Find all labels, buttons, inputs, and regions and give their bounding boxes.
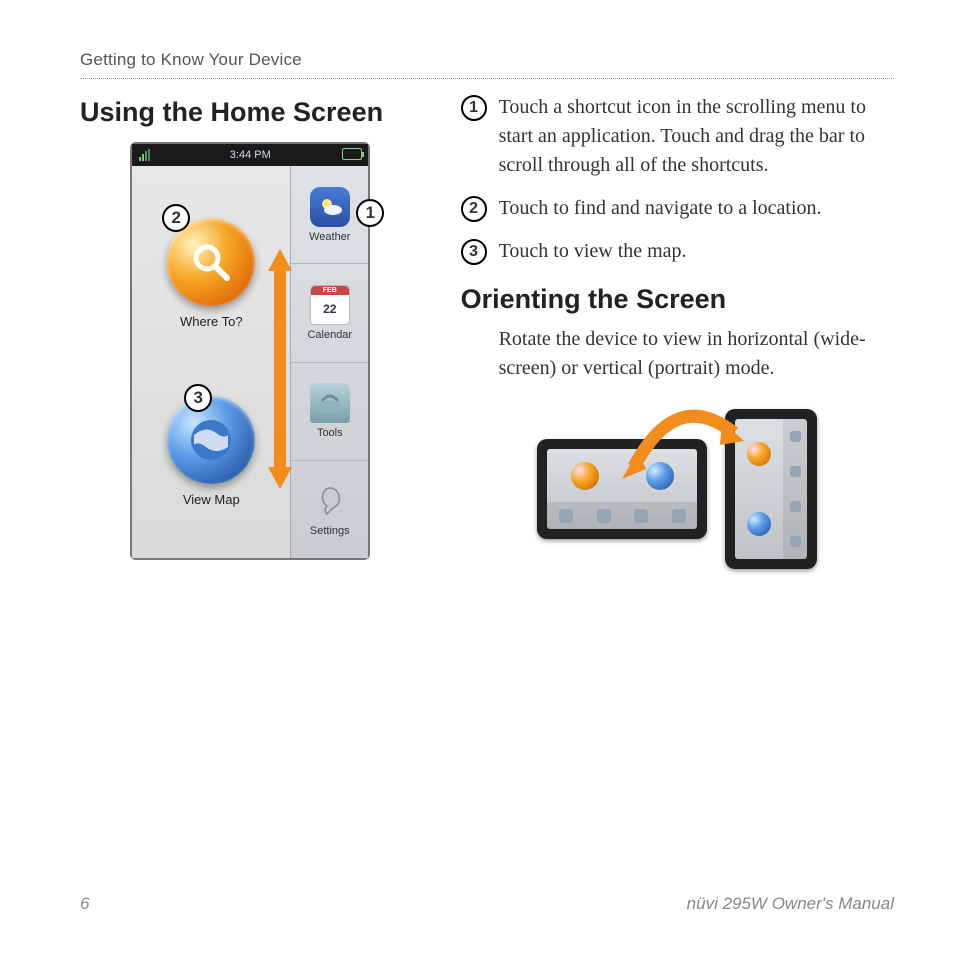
calendar-label: Calendar [307,329,352,341]
rotate-arrow-icon [616,395,746,485]
settings-label: Settings [310,525,350,537]
orientation-figure [461,399,894,579]
step-2-number: 2 [461,196,487,222]
weather-icon [310,187,350,227]
where-to-button[interactable]: Where To? [167,218,255,329]
step-1-number: 1 [461,95,487,121]
calendar-icon: 22 [310,285,350,325]
status-time: 3:44 PM [230,149,271,161]
main-apps-area: Where To? View Map [132,166,290,558]
page-footer: 6 nüvi 295W Owner's Manual [80,894,894,914]
step-3-text: Touch to view the map. [499,237,687,266]
status-bar: 3:44 PM [132,144,368,166]
tools-label: Tools [317,427,343,439]
step-3-number: 3 [461,239,487,265]
breadcrumb: Getting to Know Your Device [80,50,894,79]
scroll-arrow-icon [268,249,292,489]
two-column-layout: Using the Home Screen 3:44 PM [80,93,894,579]
right-column: 1 Touch a shortcut icon in the scrolling… [461,93,894,579]
view-map-button[interactable]: View Map [167,396,255,507]
step-3: 3 Touch to view the map. [461,237,894,266]
manual-title: nüvi 295W Owner's Manual [687,894,894,914]
callout-1: 1 [356,199,384,227]
view-map-icon [167,396,255,484]
step-2: 2 Touch to find and navigate to a locati… [461,194,894,223]
manual-page: Getting to Know Your Device Using the Ho… [0,0,954,954]
side-apps-menu[interactable]: Weather 22 Calendar Tools [290,166,368,558]
settings-icon [310,481,350,521]
where-to-label: Where To? [180,314,243,329]
left-column: Using the Home Screen 3:44 PM [80,93,421,579]
orienting-text: Rotate the device to view in horizontal … [461,325,894,383]
tools-shortcut[interactable]: Tools [291,363,368,461]
settings-shortcut[interactable]: Settings [291,461,368,558]
calendar-shortcut[interactable]: 22 Calendar [291,264,368,362]
page-number: 6 [80,894,89,914]
device-screenshot: 3:44 PM Where To? [130,142,370,560]
step-1: 1 Touch a shortcut icon in the scrolling… [461,93,894,180]
view-map-label: View Map [183,492,240,507]
signal-icon [138,148,152,162]
tools-icon [310,383,350,423]
battery-icon [342,148,362,160]
step-2-text: Touch to find and navigate to a location… [499,194,822,223]
heading-home-screen: Using the Home Screen [80,97,421,128]
weather-label: Weather [309,231,350,243]
step-1-text: Touch a shortcut icon in the scrolling m… [499,93,894,180]
heading-orienting: Orienting the Screen [461,284,894,315]
